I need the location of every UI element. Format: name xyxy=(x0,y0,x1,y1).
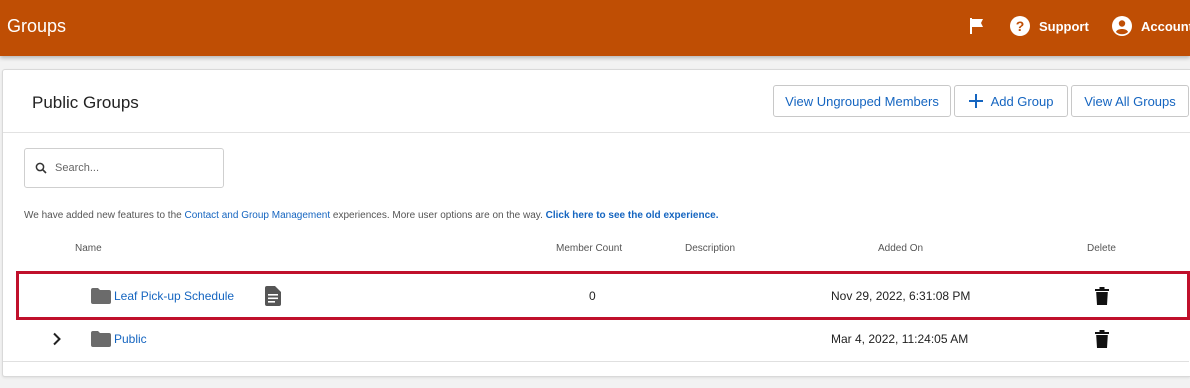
table-row[interactable]: Public Mar 4, 2022, 11:24:05 AM xyxy=(3,318,1189,362)
account-circle-icon xyxy=(1112,16,1132,36)
search-icon xyxy=(35,162,47,174)
folder-icon xyxy=(91,331,111,347)
account-menu[interactable]: Account xyxy=(1112,15,1190,37)
account-label: Account xyxy=(1141,18,1190,34)
add-group-label: Add Group xyxy=(990,93,1054,109)
view-ungrouped-members-button[interactable]: View Ungrouped Members xyxy=(773,85,951,117)
search-input[interactable] xyxy=(55,162,205,174)
app-title: Groups xyxy=(7,16,67,36)
column-header-name[interactable]: Name xyxy=(75,243,102,254)
plus-icon xyxy=(968,94,983,108)
column-header-delete: Delete xyxy=(1087,243,1116,254)
add-group-button[interactable]: Add Group xyxy=(954,85,1068,117)
chevron-right-icon[interactable] xyxy=(51,332,63,346)
view-all-groups-button[interactable]: View All Groups xyxy=(1071,85,1189,117)
svg-text:?: ? xyxy=(1016,18,1025,34)
contact-group-management-link[interactable]: Contact and Group Management xyxy=(184,210,330,221)
help-circle-icon: ? xyxy=(1010,16,1030,36)
page-title: Public Groups xyxy=(32,93,139,112)
view-all-groups-label: View All Groups xyxy=(1084,93,1176,109)
flag-icon[interactable] xyxy=(968,17,986,35)
column-header-description[interactable]: Description xyxy=(685,243,735,254)
column-header-added-on[interactable]: Added On xyxy=(878,243,923,254)
search-box[interactable] xyxy=(24,148,224,188)
notice-text-mid: experiences. More user options are on th… xyxy=(330,210,546,221)
support-link[interactable]: ? Support xyxy=(1010,15,1089,37)
support-label: Support xyxy=(1039,18,1089,34)
trash-icon[interactable] xyxy=(1095,330,1109,348)
group-name-link[interactable]: Public xyxy=(114,332,147,346)
added-on-date: Mar 4, 2022, 11:24:05 AM xyxy=(831,332,969,346)
selected-row-highlight xyxy=(16,271,1190,320)
column-header-member-count[interactable]: Member Count xyxy=(556,243,622,254)
groups-panel: Public Groups View Ungrouped Members Add… xyxy=(2,69,1190,377)
old-experience-link[interactable]: Click here to see the old experience. xyxy=(546,210,719,221)
notice-text-pre: We have added new features to the xyxy=(24,210,185,221)
feature-notice: We have added new features to the Contac… xyxy=(24,210,718,221)
top-app-bar: Groups ? Support Account xyxy=(0,0,1190,56)
header-divider xyxy=(3,132,1190,133)
view-ungrouped-members-label: View Ungrouped Members xyxy=(785,93,939,109)
